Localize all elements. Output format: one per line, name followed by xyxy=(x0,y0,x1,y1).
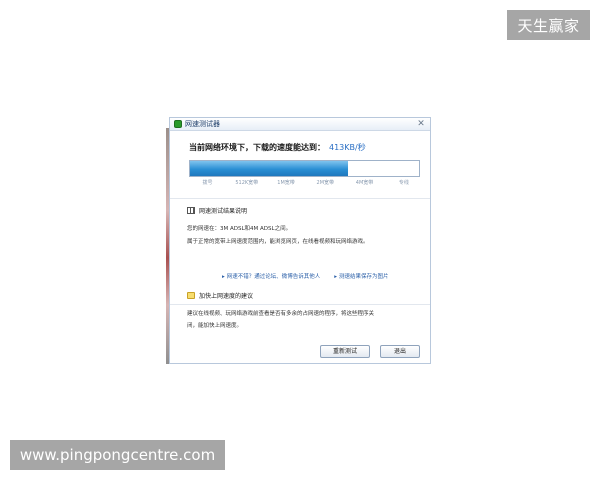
scale-label-512k: 512K宽带 xyxy=(235,180,259,186)
result-headline: 当前网络环境下，下载的速度能达到： 413KB/秒 xyxy=(189,142,366,153)
result-section-title: 网速测试结果说明 xyxy=(199,208,248,215)
scale-label-1m: 1M宽带 xyxy=(277,180,295,186)
tips-section-title: 加快上网速度的建议 xyxy=(199,293,254,300)
divider xyxy=(170,304,430,305)
scale-label-dedicated: 专线 xyxy=(398,180,409,186)
result-line-1: 您的网速在：3M ADSL和4M ADSL之间。 xyxy=(187,226,292,232)
speed-progress-fill xyxy=(190,161,348,176)
divider xyxy=(170,198,430,199)
scale-label-2m: 2M宽带 xyxy=(316,180,335,186)
tips-line-2: 闭，能加快上网速度。 xyxy=(187,323,243,329)
scale-label-dialup: 拨号 xyxy=(202,180,213,186)
retest-button[interactable]: 重新测试 xyxy=(320,345,370,358)
title-bar[interactable]: 网速测试器 ✕ xyxy=(170,118,430,131)
window-title: 网速测试器 xyxy=(185,120,220,128)
save-image-link[interactable]: 测速结果保存为图片 xyxy=(334,274,388,280)
watermark-text-bottom: www.pingpongcentre.com xyxy=(19,446,216,464)
exit-button[interactable]: 退出 xyxy=(380,345,420,358)
scale-label-4m: 4M宽带 xyxy=(355,180,374,186)
watermark-badge-bottom: www.pingpongcentre.com xyxy=(10,440,225,470)
speed-scale: 拨号 512K宽带 1M宽带 2M宽带 4M宽带 专线 xyxy=(189,179,420,189)
tips-section-header: 加快上网速度的建议 xyxy=(187,291,253,300)
tips-line-1: 建议在线视频、玩网络游戏前查看是否有多余的占网速的程序，将这些程序关 xyxy=(187,311,375,317)
speed-test-dialog: 网速测试器 ✕ 当前网络环境下，下载的速度能达到： 413KB/秒 拨号 512K… xyxy=(169,117,431,364)
app-icon xyxy=(174,120,182,128)
result-section-header: 网速测试结果说明 xyxy=(187,206,247,215)
watermark-text-top: 天生赢家 xyxy=(517,16,580,35)
watermark-badge-top: 天生赢家 xyxy=(507,10,590,40)
speed-progress-bar xyxy=(189,160,420,177)
speed-value: 413KB/秒 xyxy=(329,143,366,152)
share-feedback-link[interactable]: 网速不错？通过论坛、微博告诉其他人 xyxy=(222,274,320,280)
page: 天生赢家 网速测试器 ✕ 当前网络环境下，下载的速度能达到： 413KB/秒 拨号… xyxy=(0,0,600,480)
folder-icon xyxy=(187,292,195,299)
chart-icon xyxy=(187,207,195,214)
headline-text: 当前网络环境下，下载的速度能达到： xyxy=(189,143,325,152)
close-icon[interactable]: ✕ xyxy=(416,119,426,129)
result-links: 网速不错？通过论坛、微博告诉其他人 测速结果保存为图片 xyxy=(222,272,389,280)
result-line-2: 属于正常的宽带上网速度范围内，能浏览网页，在线看视频和玩网络游戏。 xyxy=(187,239,369,245)
